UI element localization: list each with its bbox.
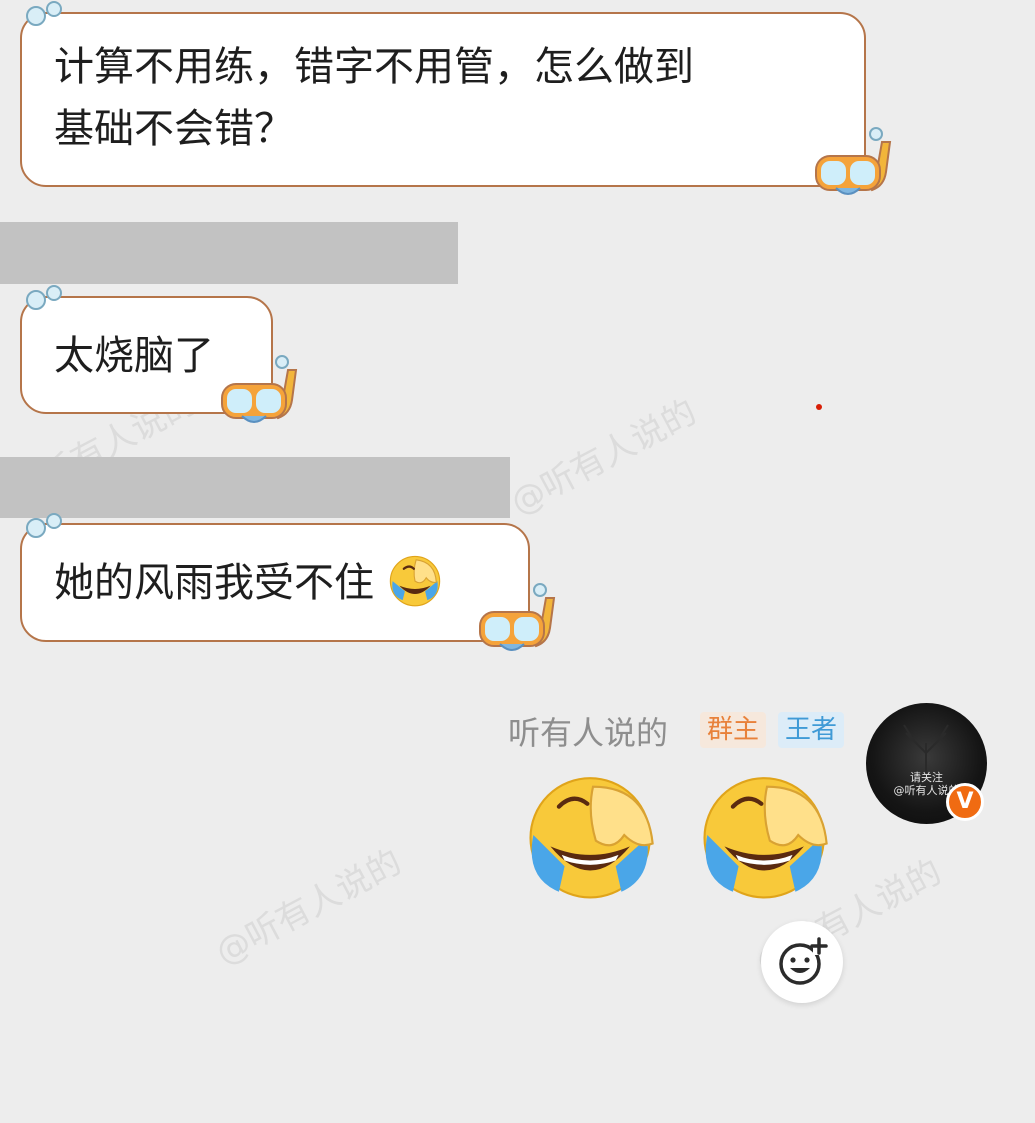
face-palm-laughing-emoji[interactable] bbox=[522, 764, 664, 906]
message-bubble[interactable]: 计算不用练，错字不用管，怎么做到 基础不会错？ bbox=[20, 12, 866, 187]
rank-badge: 王者 bbox=[778, 712, 845, 748]
add-sticker-icon bbox=[779, 937, 828, 985]
bubbles-decoration-icon bbox=[26, 513, 62, 538]
redacted-block bbox=[0, 457, 510, 518]
message-text: 她的风雨我受不住 bbox=[54, 560, 374, 606]
face-palm-laughing-emoji bbox=[389, 555, 440, 607]
group-owner-badge: 群主 bbox=[700, 712, 767, 748]
add-sticker-button[interactable] bbox=[761, 921, 843, 1003]
avatar-caption: 请关注 bbox=[910, 771, 943, 784]
snorkel-goggles-icon bbox=[815, 127, 892, 195]
sender-name[interactable]: 听有人说的 bbox=[508, 708, 668, 754]
message-text: 基础不会错？ bbox=[54, 106, 294, 152]
redacted-block bbox=[0, 222, 458, 284]
face-palm-laughing-emoji[interactable] bbox=[696, 764, 838, 906]
snorkel-goggles-icon bbox=[221, 355, 298, 423]
watermark: @听有人说的 bbox=[504, 392, 704, 524]
notification-dot bbox=[816, 404, 822, 410]
snorkel-goggles-icon bbox=[479, 583, 556, 651]
bubbles-decoration-icon bbox=[26, 1, 62, 26]
verified-v-icon: V bbox=[946, 783, 984, 821]
message-text: 计算不用练，错字不用管，怎么做到 bbox=[54, 44, 694, 90]
watermark: @听有人说的 bbox=[209, 842, 409, 974]
message-bubble[interactable]: 她的风雨我受不住 bbox=[20, 523, 530, 642]
bubbles-decoration-icon bbox=[26, 285, 62, 310]
